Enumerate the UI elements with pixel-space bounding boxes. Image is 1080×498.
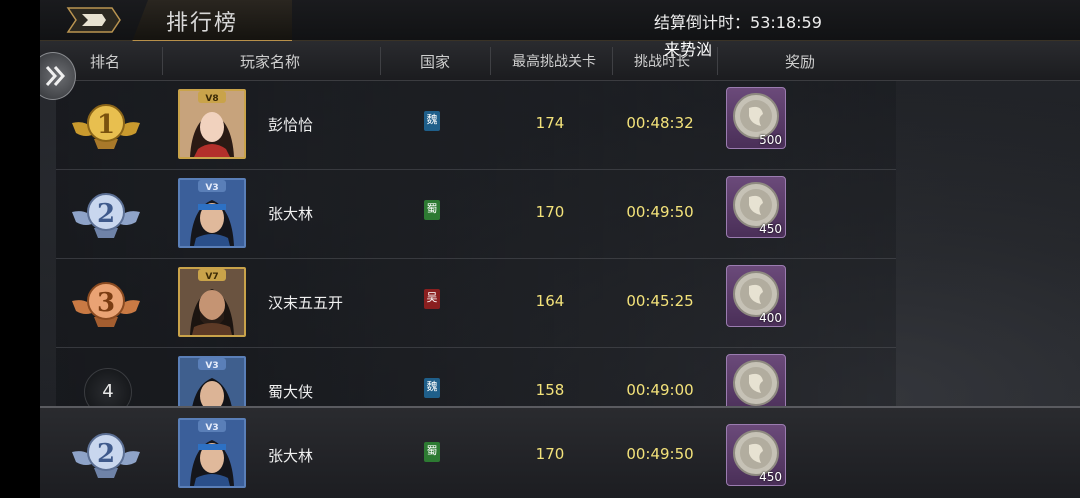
nation-badge: 蜀 xyxy=(424,442,440,462)
vip-badge: V3 xyxy=(205,361,218,371)
column-header-nation: 国家 xyxy=(419,53,450,71)
avatar[interactable]: V3 xyxy=(178,356,246,406)
reward-count: 450 xyxy=(759,222,782,236)
silver-coin-icon xyxy=(733,360,779,406)
player-portrait-icon: V8 xyxy=(180,91,244,157)
back-arrow-icon xyxy=(66,7,121,33)
rank-2-silver-wing-icon: 2 xyxy=(72,433,140,478)
top-bar: 排行榜 结算倒计时：53:18:59 xyxy=(40,0,1080,42)
side-expand-toggle[interactable] xyxy=(40,52,76,100)
countdown-value: 53:18:59 xyxy=(750,13,822,32)
my-rank-label: 2 xyxy=(97,439,115,469)
rank-1-label: 1 xyxy=(97,110,115,140)
countdown-label: 结算倒计时： xyxy=(654,13,751,32)
player-name: 张大林 xyxy=(268,205,314,223)
player-name: 张大林 xyxy=(268,447,314,465)
rank-3-bronze-wing-icon: 3 xyxy=(72,282,140,327)
leaderboard-screen: 排行榜 结算倒计时：53:18:59 来势汹 排名 玩家名称 国家 最高挑战关卡… xyxy=(40,0,1080,498)
reward-item[interactable]: 400 xyxy=(726,265,786,327)
challenge-duration: 00:45:25 xyxy=(626,292,694,310)
vip-badge: V3 xyxy=(205,423,218,433)
page-title: 排行榜 xyxy=(166,11,239,36)
reward-count: 500 xyxy=(759,133,782,147)
challenge-duration: 00:49:00 xyxy=(626,381,694,399)
header-divider xyxy=(490,47,491,75)
my-rank-row: 2 V3 张大林 蜀 170 00:49:50 450 xyxy=(40,406,1080,498)
rank-number: 4 xyxy=(84,368,132,406)
nation-badge: 魏 xyxy=(424,111,440,131)
player-portrait-icon: V3 xyxy=(180,358,244,406)
ranking-list[interactable]: 1 V8 彭恰恰 魏 174 00:48:32 500 2 V3 张大林 蜀 1… xyxy=(40,81,1080,406)
header-divider xyxy=(717,47,718,75)
column-header-highest-stage: 最高挑战关卡 xyxy=(512,54,596,70)
nation-badge: 吴 xyxy=(424,289,440,309)
header-divider xyxy=(380,47,381,75)
player-name: 蜀大侠 xyxy=(268,383,314,401)
highest-stage: 164 xyxy=(535,292,565,310)
table-row[interactable]: 2 V3 张大林 蜀 170 00:49:50 450 xyxy=(56,170,896,259)
avatar[interactable]: V8 xyxy=(178,89,246,159)
back-button[interactable] xyxy=(54,4,146,36)
vip-badge: V8 xyxy=(205,94,218,104)
challenge-duration: 00:48:32 xyxy=(626,114,694,132)
reward-item[interactable]: 450 xyxy=(726,176,786,238)
rank-3-label: 3 xyxy=(97,288,115,318)
rank-2-label: 2 xyxy=(97,199,115,229)
column-header-player: 玩家名称 xyxy=(239,53,300,71)
player-portrait-icon: V7 xyxy=(180,269,244,335)
vip-badge: V7 xyxy=(205,272,218,282)
left-black-bar xyxy=(0,0,40,498)
player-name: 彭恰恰 xyxy=(268,116,314,134)
reward-item[interactable]: 500 xyxy=(726,87,786,149)
challenge-duration: 00:49:50 xyxy=(626,203,694,221)
player-portrait-icon: V3 xyxy=(180,180,244,246)
table-row[interactable]: 4 V3 蜀大侠 魏 158 00:49:00 xyxy=(56,348,896,406)
nation-badge: 魏 xyxy=(424,378,440,398)
rank-1-gold-wing-icon: 1 xyxy=(72,104,140,149)
reward-count: 400 xyxy=(759,311,782,325)
highest-stage: 170 xyxy=(535,203,565,221)
table-header: 排名 玩家名称 国家 最高挑战关卡 挑战时长 奖励 xyxy=(40,41,1080,81)
vip-badge: V3 xyxy=(205,183,218,193)
reward-item[interactable]: 450 xyxy=(726,424,786,486)
avatar[interactable]: V3 xyxy=(178,418,246,488)
reward-item[interactable] xyxy=(726,354,786,406)
chevron-double-right-icon xyxy=(45,66,66,86)
header-divider xyxy=(612,47,613,75)
column-header-reward: 奖励 xyxy=(784,53,815,71)
reward-count: 450 xyxy=(759,470,782,484)
table-row[interactable]: 3 V7 汉末五五开 吴 164 00:45:25 400 xyxy=(56,259,896,348)
settlement-countdown: 结算倒计时：53:18:59 xyxy=(654,9,822,33)
challenge-duration: 00:49:50 xyxy=(626,445,694,463)
rank-2-silver-wing-icon: 2 xyxy=(72,193,140,238)
header-divider xyxy=(162,47,163,75)
my-rank-content: 2 V3 张大林 蜀 170 00:49:50 450 xyxy=(56,408,896,498)
highest-stage: 174 xyxy=(535,114,565,132)
highest-stage: 170 xyxy=(535,445,565,463)
table-row[interactable]: 1 V8 彭恰恰 魏 174 00:48:32 500 xyxy=(56,81,896,170)
player-name: 汉末五五开 xyxy=(268,294,344,312)
nation-badge: 蜀 xyxy=(424,200,440,220)
highest-stage: 158 xyxy=(535,381,565,399)
avatar[interactable]: V7 xyxy=(178,267,246,337)
floating-notice-text: 来势汹 xyxy=(664,40,713,59)
avatar[interactable]: V3 xyxy=(178,178,246,248)
column-header-rank: 排名 xyxy=(89,53,120,71)
player-portrait-icon: V3 xyxy=(180,420,244,486)
